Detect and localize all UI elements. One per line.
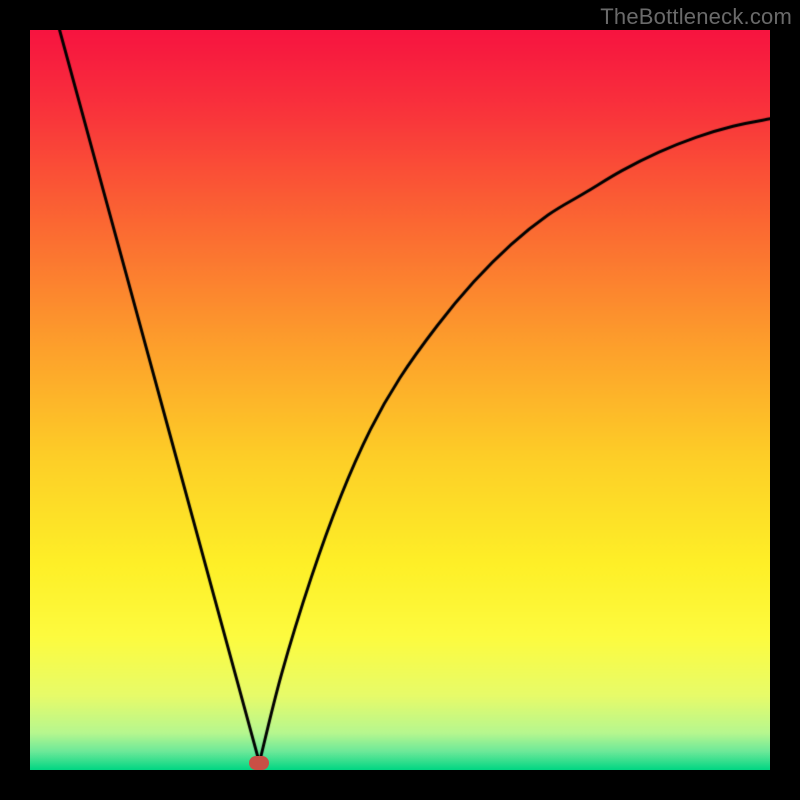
dip-marker [249,756,269,770]
curve-layer [30,30,770,770]
watermark-text: TheBottleneck.com [600,4,792,30]
plot-area [30,30,770,770]
chart-frame: TheBottleneck.com [0,0,800,800]
